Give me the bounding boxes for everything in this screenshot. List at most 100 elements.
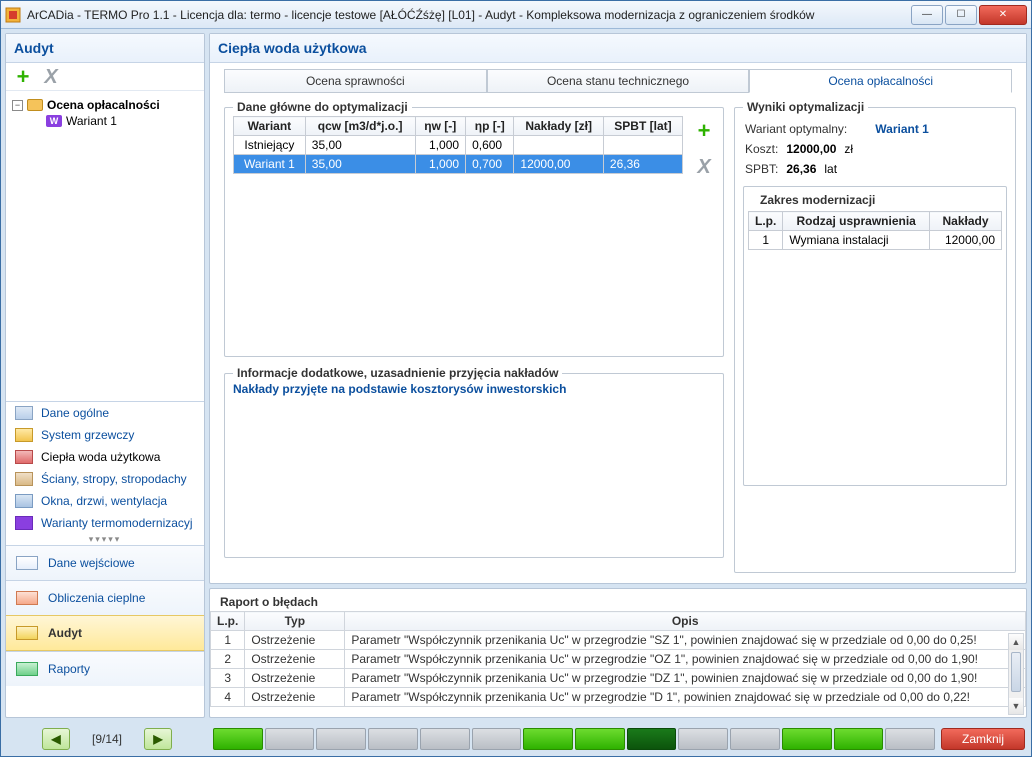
tree-add-button[interactable]: +	[12, 66, 34, 88]
heat-icon	[15, 428, 33, 442]
nav-sciany[interactable]: Ściany, stropy, stropodachy	[6, 468, 204, 490]
scope-col-lp[interactable]: L.p.	[749, 212, 783, 231]
window-close-button[interactable]: ✕	[979, 5, 1027, 25]
table-row[interactable]: 4OstrzeżenieParametr "Współczynnik przen…	[211, 688, 1026, 707]
cell: 1,000	[415, 155, 466, 174]
doc-icon	[15, 406, 33, 420]
col-nw[interactable]: ηw [-]	[415, 117, 466, 136]
scope-grid[interactable]: L.p. Rodzaj usprawnienia Nakłady 1 Wymia…	[748, 211, 1002, 250]
scope-col-naklady[interactable]: Nakłady	[930, 212, 1002, 231]
nav-label: Warianty termomodernizacyj	[41, 516, 193, 530]
progress-seg	[782, 728, 832, 750]
audit-icon	[16, 626, 38, 640]
progress-bar[interactable]	[213, 728, 935, 750]
nav-warianty[interactable]: Warianty termomodernizacyj	[6, 512, 204, 534]
progress-seg	[834, 728, 884, 750]
progress-seg	[316, 728, 366, 750]
progress-seg	[420, 728, 470, 750]
cell: Wariant 1	[234, 155, 306, 174]
minimize-button[interactable]: —	[911, 5, 943, 25]
cell: 0,600	[466, 136, 514, 155]
section-raporty[interactable]: Raporty	[6, 651, 204, 686]
next-page-button[interactable]: ▶	[144, 728, 172, 750]
scroll-thumb[interactable]	[1011, 652, 1021, 692]
section-label: Obliczenia cieplne	[48, 591, 145, 605]
section-audyt[interactable]: Audyt	[6, 615, 204, 651]
tree-view[interactable]: − Ocena opłacalności W Wariant 1	[6, 91, 204, 401]
nav-system-grzewczy[interactable]: System grzewczy	[6, 424, 204, 446]
nav-ceipla-woda[interactable]: Ciepła woda użytkowa	[6, 446, 204, 468]
maximize-button[interactable]: ☐	[945, 5, 977, 25]
col-qcw[interactable]: qcw [m3/d*j.o.]	[305, 117, 415, 136]
table-row[interactable]: 1OstrzeżenieParametr "Współczynnik przen…	[211, 631, 1026, 650]
section-obliczenia[interactable]: Obliczenia cieplne	[6, 580, 204, 615]
err-col-typ[interactable]: Typ	[245, 612, 345, 631]
nav-dane-ogolne[interactable]: Dane ogólne	[6, 402, 204, 424]
progress-seg	[885, 728, 935, 750]
close-button[interactable]: Zamknij	[941, 728, 1025, 750]
plus-icon: +	[698, 120, 711, 142]
col-naklady[interactable]: Nakłady [zł]	[514, 117, 604, 136]
nav-label: Ściany, stropy, stropodachy	[41, 472, 187, 486]
nav-okna[interactable]: Okna, drzwi, wentylacja	[6, 490, 204, 512]
cell: 1,000	[415, 136, 466, 155]
app-icon	[5, 7, 21, 23]
variants-grid[interactable]: Wariant qcw [m3/d*j.o.] ηw [-] ηp [-] Na…	[233, 116, 683, 174]
err-col-lp[interactable]: L.p.	[211, 612, 245, 631]
left-panel: Audyt + X − Ocena opłacalności W Wariant…	[5, 33, 205, 718]
col-np[interactable]: ηp [-]	[466, 117, 514, 136]
scope-group: Zakres modernizacji L.p. Rodzaj usprawni…	[743, 186, 1007, 486]
tree-collapse-icon[interactable]: −	[12, 100, 23, 111]
section-label: Raporty	[48, 662, 90, 676]
prev-page-button[interactable]: ◀	[42, 728, 70, 750]
folder-icon	[27, 99, 43, 111]
main-title: Ciepła woda użytkowa	[210, 34, 1026, 63]
info-link[interactable]: Nakłady przyjęte na podstawie kosztorysó…	[233, 382, 715, 396]
progress-seg	[523, 728, 573, 750]
nav-label: Okna, drzwi, wentylacja	[41, 494, 167, 508]
grid-delete-button[interactable]: X	[693, 156, 715, 178]
section-dane-wejsciowe[interactable]: Dane wejściowe	[6, 545, 204, 580]
tree-child[interactable]: Wariant 1	[66, 114, 117, 128]
tab-ocena-sprawnosci[interactable]: Ocena sprawności	[224, 69, 487, 93]
err-col-opis[interactable]: Opis	[345, 612, 1026, 631]
optimal-variant-link[interactable]: Wariant 1	[875, 122, 929, 136]
table-row[interactable]: Istniejący 35,00 1,000 0,600	[234, 136, 683, 155]
progress-seg	[730, 728, 780, 750]
scroll-up-icon[interactable]: ▲	[1009, 634, 1023, 650]
tab-ocena-oplacalnosci[interactable]: Ocena opłacalności	[749, 69, 1012, 93]
progress-seg	[472, 728, 522, 750]
tab-ocena-stanu[interactable]: Ocena stanu technicznego	[487, 69, 750, 93]
progress-seg	[265, 728, 315, 750]
section-label: Audyt	[48, 626, 82, 640]
grid-add-button[interactable]: +	[693, 120, 715, 142]
scope-col-rodzaj[interactable]: Rodzaj usprawnienia	[783, 212, 930, 231]
cell: 35,00	[305, 136, 415, 155]
progress-seg	[678, 728, 728, 750]
titlebar[interactable]: ArCADia - TERMO Pro 1.1 - Licencja dla: …	[1, 1, 1031, 29]
tree-root[interactable]: Ocena opłacalności	[47, 98, 160, 112]
tree-delete-button[interactable]: X	[40, 66, 62, 88]
results-legend: Wyniki optymalizacji	[743, 100, 868, 114]
nav-more-icon: ▾▾▾▾▾	[6, 534, 204, 545]
error-table[interactable]: L.p. Typ Opis 1OstrzeżenieParametr "Wspó…	[210, 611, 1026, 707]
table-row[interactable]: 3OstrzeżenieParametr "Współczynnik przen…	[211, 669, 1026, 688]
cost-label: Koszt:	[745, 142, 778, 156]
cell: 3	[211, 669, 245, 688]
table-row[interactable]: 2OstrzeżenieParametr "Współczynnik przen…	[211, 650, 1026, 669]
input-data-icon	[16, 556, 38, 570]
col-wariant[interactable]: Wariant	[234, 117, 306, 136]
scroll-down-icon[interactable]: ▼	[1009, 698, 1023, 714]
table-row[interactable]: 1 Wymiana instalacji 12000,00	[749, 231, 1002, 250]
progress-seg	[213, 728, 263, 750]
cost-unit: zł	[844, 142, 853, 156]
nav-label: Dane ogólne	[41, 406, 109, 420]
error-scrollbar[interactable]: ▲ ▼	[1008, 633, 1024, 715]
cell: 4	[211, 688, 245, 707]
results-group: Wyniki optymalizacji Wariant optymalny: …	[734, 107, 1016, 573]
variants-icon	[15, 516, 33, 530]
table-row-selected[interactable]: Wariant 1 35,00 1,000 0,700 12000,00 26,…	[234, 155, 683, 174]
cell: Parametr "Współczynnik przenikania Uc" w…	[345, 650, 1026, 669]
cell: 2	[211, 650, 245, 669]
col-spbt[interactable]: SPBT [lat]	[603, 117, 682, 136]
